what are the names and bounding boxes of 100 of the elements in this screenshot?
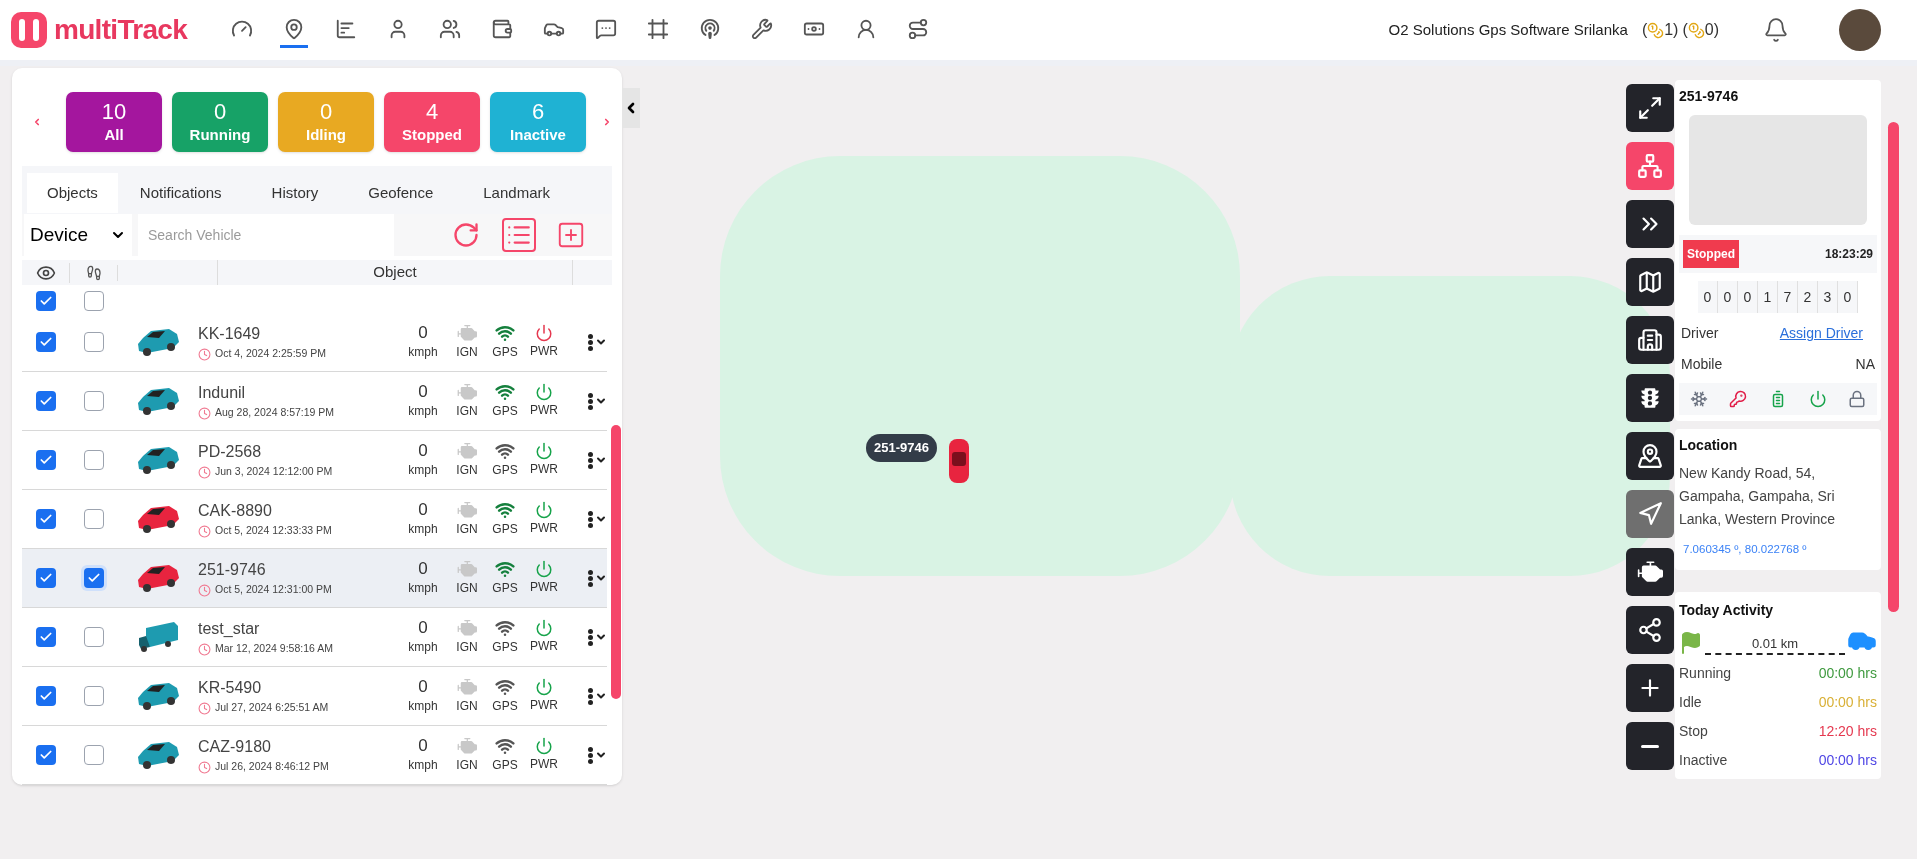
car-marker[interactable] [948, 438, 970, 484]
tab[interactable]: Geofence [356, 173, 446, 213]
gps-label: GPS [492, 521, 518, 538]
map-tool-button[interactable] [1626, 548, 1674, 596]
checkbox[interactable] [36, 450, 56, 470]
vehicle-row[interactable]: 251-9746 Oct 5, 2024 12:31:00 PM 0 kmph IGN GPS PWR [22, 549, 607, 608]
expand-icon [1637, 95, 1663, 121]
tab[interactable]: Objects [27, 173, 118, 213]
checkbox[interactable] [84, 686, 104, 706]
checkbox[interactable] [36, 686, 56, 706]
ign-label: IGN [456, 757, 478, 774]
more-icon [588, 510, 593, 528]
checkbox[interactable] [36, 391, 56, 411]
checkbox[interactable] [36, 291, 56, 311]
speed-unit: kmph [408, 403, 438, 420]
refresh-icon[interactable] [452, 221, 480, 249]
activity-value: 00:00 hrs [1818, 693, 1877, 713]
row-menu-button[interactable] [588, 628, 607, 646]
checkbox[interactable] [36, 627, 56, 647]
row-menu-button[interactable] [588, 392, 607, 410]
tab[interactable]: Notifications [127, 173, 234, 213]
checkbox[interactable] [84, 627, 104, 647]
assign-driver-link[interactable]: Assign Driver [1779, 323, 1863, 344]
add-icon[interactable] [556, 220, 586, 250]
speed-value: 0 [418, 441, 428, 461]
speed-unit: kmph [408, 462, 438, 479]
logo-text: multiTrack [54, 13, 188, 47]
map-tool-button[interactable] [1626, 606, 1674, 654]
pwr-label: PWR [530, 638, 558, 655]
activity-label: Stop [1679, 722, 1708, 742]
scrollbar-thumb[interactable] [611, 425, 621, 699]
row-menu-button[interactable] [588, 746, 607, 764]
car-icon [135, 503, 181, 535]
row-menu-button[interactable] [588, 569, 607, 587]
gps-label: GPS [492, 462, 518, 479]
truck-icon [136, 620, 180, 654]
status-label: Inactive [510, 125, 566, 145]
engine-icon [457, 500, 477, 520]
engine-icon [457, 382, 477, 402]
speed-unit: kmph [408, 580, 438, 597]
map-tool-button[interactable] [1626, 722, 1674, 770]
checkbox[interactable] [36, 509, 56, 529]
device-select[interactable]: Device [24, 214, 132, 256]
status-count: 10 [101, 99, 127, 125]
checkbox[interactable] [84, 568, 104, 588]
check-icon [39, 512, 53, 526]
car-icon [135, 385, 181, 417]
row-menu-button[interactable] [588, 333, 607, 351]
engine-icon [457, 736, 477, 756]
row-menu-button[interactable] [588, 510, 607, 528]
map-tool-button[interactable] [1626, 258, 1674, 306]
map-tool-button[interactable] [1626, 200, 1674, 248]
checkbox[interactable] [84, 509, 104, 529]
timestamp: Oct 5, 2024 12:33:33 PM [215, 523, 332, 539]
pwr-label: PWR [530, 697, 558, 714]
speed-value: 0 [418, 618, 428, 638]
tab[interactable]: History [259, 173, 331, 213]
checkbox[interactable] [36, 568, 56, 588]
more-icon [588, 628, 593, 646]
search-field[interactable]: Search Vehicle [138, 214, 394, 256]
engine-icon [457, 441, 477, 461]
engine-icon [457, 618, 477, 638]
status-card[interactable]: 4 Stopped [384, 92, 480, 152]
row-menu-button[interactable] [588, 451, 607, 469]
map-tool-button[interactable] [1626, 316, 1674, 364]
checkbox[interactable] [84, 450, 104, 470]
avatar[interactable] [1839, 9, 1881, 51]
speed-value: 0 [418, 559, 428, 579]
checkbox[interactable] [84, 332, 104, 352]
speed-unit: kmph [408, 757, 438, 774]
pwr-label: PWR [530, 402, 558, 419]
map-tool-button[interactable] [1626, 432, 1674, 480]
check-icon [87, 571, 101, 585]
map-tool-button[interactable] [1626, 374, 1674, 422]
checkbox[interactable] [84, 391, 104, 411]
map-tool-button[interactable] [1626, 664, 1674, 712]
clock-icon [198, 701, 211, 715]
tab[interactable]: Landmark [471, 173, 562, 213]
collapse-panel-button[interactable] [622, 88, 640, 128]
coordinates-link[interactable]: 7.060345 º, 80.022768 º [1683, 541, 1877, 559]
odometer-digit: 2 [1798, 281, 1818, 313]
ign-label: IGN [456, 580, 478, 597]
map-tool-button[interactable] [1626, 84, 1674, 132]
car-icon [135, 326, 181, 358]
row-menu-button[interactable] [588, 687, 607, 705]
checkbox[interactable] [84, 745, 104, 765]
vehicle-name: 251-9746 [198, 560, 267, 581]
status-card[interactable]: 10 All [66, 92, 162, 152]
engine-icon [457, 677, 477, 697]
pwr-label: PWR [530, 520, 558, 537]
checkbox[interactable] [36, 745, 56, 765]
checkbox[interactable] [84, 291, 104, 311]
more-icon [588, 569, 593, 587]
checkbox[interactable] [36, 332, 56, 352]
scrollbar-thumb[interactable] [1888, 122, 1899, 612]
notifications-icon[interactable] [1763, 17, 1789, 43]
zoom-out-icon [1641, 744, 1659, 748]
list-icon[interactable] [502, 218, 536, 252]
timestamp: Jul 27, 2024 6:25:51 AM [215, 700, 329, 716]
network-icon [1637, 153, 1663, 179]
